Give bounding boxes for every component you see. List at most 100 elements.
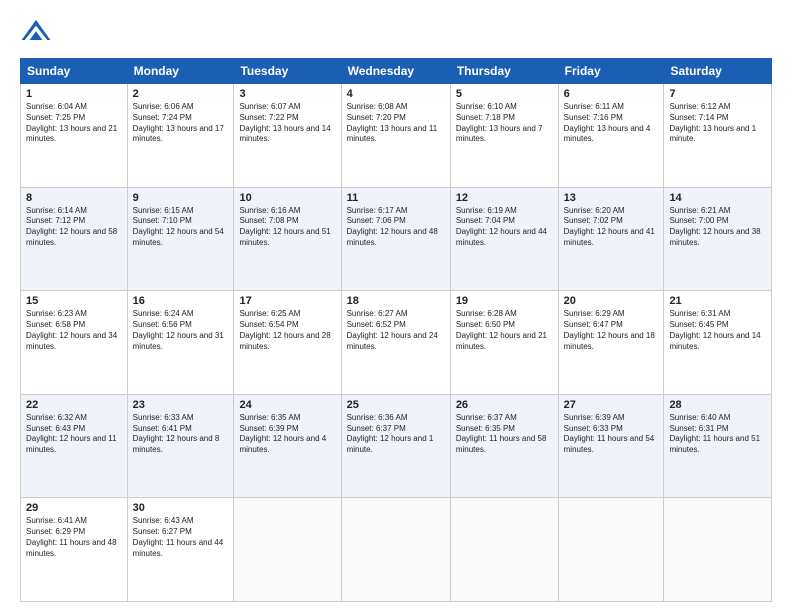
calendar-week-1: 1 Sunrise: 6:04 AMSunset: 7:25 PMDaylight… [21, 84, 772, 188]
cell-content: Sunrise: 6:35 AMSunset: 6:39 PMDaylight:… [239, 413, 335, 456]
header-friday: Friday [558, 59, 664, 84]
calendar-cell: 20 Sunrise: 6:29 AMSunset: 6:47 PMDayligh… [558, 291, 664, 395]
header-monday: Monday [127, 59, 234, 84]
day-number: 12 [456, 192, 553, 204]
calendar-cell: 23 Sunrise: 6:33 AMSunset: 6:41 PMDayligh… [127, 394, 234, 498]
calendar-cell [558, 498, 664, 602]
cell-content: Sunrise: 6:10 AMSunset: 7:18 PMDaylight:… [456, 102, 553, 145]
calendar-week-2: 8Sunrise: 6:14 AMSunset: 7:12 PMDaylight… [21, 187, 772, 291]
cell-content: Sunrise: 6:23 AMSunset: 6:58 PMDaylight:… [26, 309, 122, 352]
cell-content: Sunrise: 6:40 AMSunset: 6:31 PMDaylight:… [669, 413, 766, 456]
cell-content: Sunrise: 6:43 AMSunset: 6:27 PMDaylight:… [133, 516, 229, 559]
calendar-cell: 18 Sunrise: 6:27 AMSunset: 6:52 PMDayligh… [341, 291, 450, 395]
day-number: 28 [669, 399, 766, 411]
cell-content: Sunrise: 6:27 AMSunset: 6:52 PMDaylight:… [347, 309, 445, 352]
calendar-cell: 14 Sunrise: 6:21 AMSunset: 7:00 PMDayligh… [664, 187, 772, 291]
cell-content: Sunrise: 6:29 AMSunset: 6:47 PMDaylight:… [564, 309, 659, 352]
calendar-week-4: 22 Sunrise: 6:32 AMSunset: 6:43 PMDayligh… [21, 394, 772, 498]
day-number: 26 [456, 399, 553, 411]
calendar-cell: 4 Sunrise: 6:08 AMSunset: 7:20 PMDaylight… [341, 84, 450, 188]
cell-content: Sunrise: 6:08 AMSunset: 7:20 PMDaylight:… [347, 102, 445, 145]
day-number: 6 [564, 88, 659, 100]
logo [20, 16, 56, 48]
day-number: 19 [456, 295, 553, 307]
cell-content: Sunrise: 6:25 AMSunset: 6:54 PMDaylight:… [239, 309, 335, 352]
day-number: 25 [347, 399, 445, 411]
calendar-cell: 24Sunrise: 6:35 AMSunset: 6:39 PMDayligh… [234, 394, 341, 498]
day-number: 11 [347, 192, 445, 204]
calendar-week-3: 15 Sunrise: 6:23 AMSunset: 6:58 PMDayligh… [21, 291, 772, 395]
day-number: 1 [26, 88, 122, 100]
day-number: 7 [669, 88, 766, 100]
day-number: 20 [564, 295, 659, 307]
calendar-cell: 29 Sunrise: 6:41 AMSunset: 6:29 PMDayligh… [21, 498, 128, 602]
calendar-cell: 25 Sunrise: 6:36 AMSunset: 6:37 PMDayligh… [341, 394, 450, 498]
cell-content: Sunrise: 6:04 AMSunset: 7:25 PMDaylight:… [26, 102, 122, 145]
calendar-cell: 8Sunrise: 6:14 AMSunset: 7:12 PMDaylight… [21, 187, 128, 291]
calendar-cell: 10Sunrise: 6:16 AMSunset: 7:08 PMDayligh… [234, 187, 341, 291]
cell-content: Sunrise: 6:36 AMSunset: 6:37 PMDaylight:… [347, 413, 445, 456]
calendar-cell: 11 Sunrise: 6:17 AMSunset: 7:06 PMDayligh… [341, 187, 450, 291]
day-number: 14 [669, 192, 766, 204]
day-number: 9 [133, 192, 229, 204]
day-number: 10 [239, 192, 335, 204]
cell-content: Sunrise: 6:28 AMSunset: 6:50 PMDaylight:… [456, 309, 553, 352]
calendar-cell: 22 Sunrise: 6:32 AMSunset: 6:43 PMDayligh… [21, 394, 128, 498]
cell-content: Sunrise: 6:12 AMSunset: 7:14 PMDaylight:… [669, 102, 766, 145]
calendar-cell: 15 Sunrise: 6:23 AMSunset: 6:58 PMDayligh… [21, 291, 128, 395]
day-number: 30 [133, 502, 229, 514]
cell-content: Sunrise: 6:41 AMSunset: 6:29 PMDaylight:… [26, 516, 122, 559]
day-number: 21 [669, 295, 766, 307]
day-number: 15 [26, 295, 122, 307]
calendar-week-5: 29 Sunrise: 6:41 AMSunset: 6:29 PMDayligh… [21, 498, 772, 602]
cell-content: Sunrise: 6:24 AMSunset: 6:56 PMDaylight:… [133, 309, 229, 352]
day-number: 3 [239, 88, 335, 100]
calendar-cell: 19 Sunrise: 6:28 AMSunset: 6:50 PMDayligh… [450, 291, 558, 395]
calendar-cell: 27Sunrise: 6:39 AMSunset: 6:33 PMDayligh… [558, 394, 664, 498]
day-number: 16 [133, 295, 229, 307]
cell-content: Sunrise: 6:37 AMSunset: 6:35 PMDaylight:… [456, 413, 553, 456]
calendar-cell: 5 Sunrise: 6:10 AMSunset: 7:18 PMDaylight… [450, 84, 558, 188]
cell-content: Sunrise: 6:19 AMSunset: 7:04 PMDaylight:… [456, 206, 553, 249]
calendar-cell: 30 Sunrise: 6:43 AMSunset: 6:27 PMDayligh… [127, 498, 234, 602]
cell-content: Sunrise: 6:06 AMSunset: 7:24 PMDaylight:… [133, 102, 229, 145]
cell-content: Sunrise: 6:14 AMSunset: 7:12 PMDaylight:… [26, 206, 122, 249]
cell-content: Sunrise: 6:39 AMSunset: 6:33 PMDaylight:… [564, 413, 659, 456]
calendar-cell: 7 Sunrise: 6:12 AMSunset: 7:14 PMDaylight… [664, 84, 772, 188]
calendar-cell: 13Sunrise: 6:20 AMSunset: 7:02 PMDayligh… [558, 187, 664, 291]
calendar-cell [341, 498, 450, 602]
day-number: 4 [347, 88, 445, 100]
day-number: 23 [133, 399, 229, 411]
logo-icon [20, 16, 52, 48]
calendar-cell: 26 Sunrise: 6:37 AMSunset: 6:35 PMDayligh… [450, 394, 558, 498]
header-wednesday: Wednesday [341, 59, 450, 84]
day-number: 17 [239, 295, 335, 307]
cell-content: Sunrise: 6:32 AMSunset: 6:43 PMDaylight:… [26, 413, 122, 456]
calendar-cell: 12 Sunrise: 6:19 AMSunset: 7:04 PMDayligh… [450, 187, 558, 291]
calendar-cell [234, 498, 341, 602]
calendar-table: SundayMondayTuesdayWednesdayThursdayFrid… [20, 58, 772, 602]
cell-content: Sunrise: 6:15 AMSunset: 7:10 PMDaylight:… [133, 206, 229, 249]
calendar-cell: 3Sunrise: 6:07 AMSunset: 7:22 PMDaylight… [234, 84, 341, 188]
header-thursday: Thursday [450, 59, 558, 84]
calendar-cell [450, 498, 558, 602]
calendar-cell: 9 Sunrise: 6:15 AMSunset: 7:10 PMDaylight… [127, 187, 234, 291]
page-header [20, 16, 772, 48]
cell-content: Sunrise: 6:31 AMSunset: 6:45 PMDaylight:… [669, 309, 766, 352]
day-number: 29 [26, 502, 122, 514]
header-sunday: Sunday [21, 59, 128, 84]
calendar-cell: 28 Sunrise: 6:40 AMSunset: 6:31 PMDayligh… [664, 394, 772, 498]
cell-content: Sunrise: 6:20 AMSunset: 7:02 PMDaylight:… [564, 206, 659, 249]
calendar-cell: 6 Sunrise: 6:11 AMSunset: 7:16 PMDaylight… [558, 84, 664, 188]
cell-content: Sunrise: 6:33 AMSunset: 6:41 PMDaylight:… [133, 413, 229, 456]
cell-content: Sunrise: 6:17 AMSunset: 7:06 PMDaylight:… [347, 206, 445, 249]
day-number: 18 [347, 295, 445, 307]
day-number: 22 [26, 399, 122, 411]
calendar-cell: 17 Sunrise: 6:25 AMSunset: 6:54 PMDayligh… [234, 291, 341, 395]
cell-content: Sunrise: 6:21 AMSunset: 7:00 PMDaylight:… [669, 206, 766, 249]
cell-content: Sunrise: 6:11 AMSunset: 7:16 PMDaylight:… [564, 102, 659, 145]
day-number: 2 [133, 88, 229, 100]
calendar-header-row: SundayMondayTuesdayWednesdayThursdayFrid… [21, 59, 772, 84]
day-number: 5 [456, 88, 553, 100]
calendar-cell: 1 Sunrise: 6:04 AMSunset: 7:25 PMDaylight… [21, 84, 128, 188]
